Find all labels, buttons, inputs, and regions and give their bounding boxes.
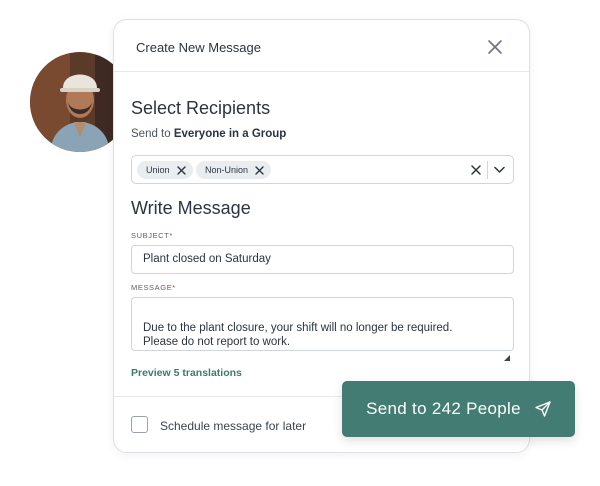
send-icon (535, 401, 551, 417)
required-marker: * (169, 231, 173, 240)
send-to-text: Send to Everyone in a Group (131, 128, 286, 140)
remove-chip-icon[interactable] (255, 165, 264, 175)
clear-all-icon[interactable] (471, 165, 481, 175)
chip-union: Union (137, 161, 193, 179)
dialog-header: Create New Message (114, 20, 529, 72)
dialog-title: Create New Message (136, 40, 261, 55)
send-button-label: Send to 242 People (366, 399, 521, 418)
write-message-heading: Write Message (131, 198, 251, 218)
preview-translations-link[interactable]: Preview 5 translations (131, 367, 242, 379)
chip-non-union: Non-Union (196, 161, 272, 179)
send-to-prefix: Send to (131, 128, 171, 140)
recipients-select[interactable]: Union Non-Union (131, 155, 514, 184)
chip-label: Union (146, 165, 170, 175)
recipients-heading: Select Recipients (131, 98, 271, 118)
select-separator (487, 161, 488, 179)
send-button[interactable]: Send to 242 People (342, 381, 575, 437)
chevron-down-icon[interactable] (494, 166, 505, 174)
message-label: MESSAGE* (131, 283, 176, 292)
required-marker: * (172, 283, 176, 292)
subject-label: SUBJECT* (131, 231, 173, 240)
chip-label: Non-Union (205, 165, 249, 175)
resize-grip-icon[interactable] (504, 341, 510, 361)
remove-chip-icon[interactable] (176, 165, 186, 175)
subject-input[interactable]: Plant closed on Saturday (131, 245, 514, 274)
close-icon[interactable] (487, 39, 503, 55)
send-to-group[interactable]: Everyone in a Group (174, 128, 286, 140)
message-textarea[interactable]: Due to the plant closure, your shift wil… (131, 297, 514, 361)
message-text: Due to the plant closure, your shift wil… (143, 322, 453, 348)
schedule-checkbox[interactable] (131, 416, 148, 433)
schedule-label: Schedule message for later (160, 419, 307, 433)
